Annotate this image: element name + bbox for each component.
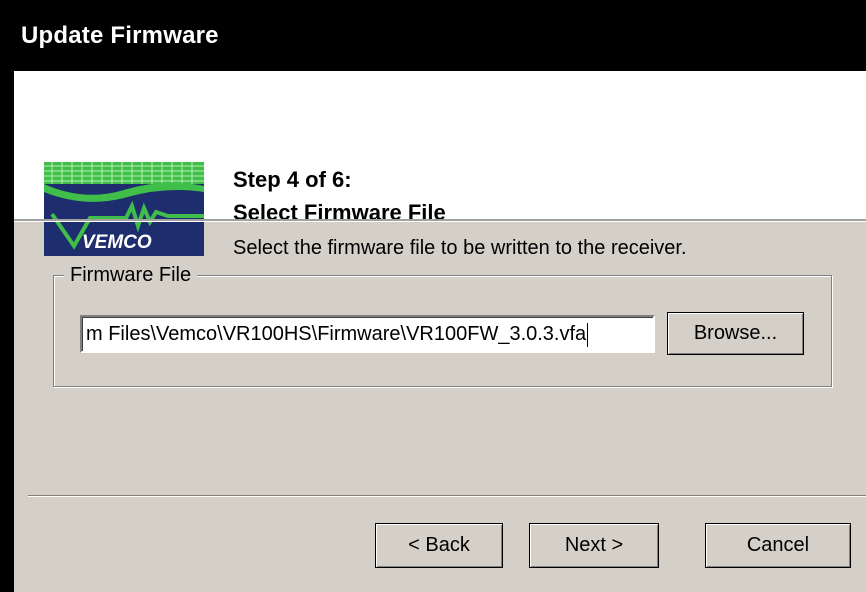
window-title: Update Firmware: [21, 22, 219, 49]
wizard-header: VEMCO Step 4 of 6: Select Firmware File …: [0, 71, 866, 259]
cancel-button[interactable]: Cancel: [705, 523, 851, 568]
firmware-file-group-label: Firmware File: [64, 264, 198, 287]
firmware-path-input[interactable]: m Files\Vemco\VR100HS\Firmware\VR100FW_3…: [80, 315, 655, 353]
title-bar[interactable]: Update Firmware: [0, 0, 866, 71]
step-description: Select the firmware file to be written t…: [233, 237, 687, 259]
update-firmware-dialog: Update Firmware VEMCO Step 4 of 6: Selec…: [0, 0, 866, 592]
svg-text:VEMCO: VEMCO: [82, 232, 152, 253]
text-caret: [587, 322, 589, 347]
step-counter: Step 4 of 6:: [233, 167, 352, 192]
header-separator: [0, 219, 866, 222]
footer-divider: [28, 495, 866, 497]
vemco-logo-icon: VEMCO: [44, 162, 204, 256]
back-button[interactable]: < Back: [375, 523, 503, 568]
firmware-path-value: m Files\Vemco\VR100HS\Firmware\VR100FW_3…: [86, 323, 587, 345]
window-left-border: [0, 71, 14, 592]
browse-button[interactable]: Browse...: [667, 312, 804, 355]
next-button[interactable]: Next >: [529, 523, 659, 568]
step-title: Select Firmware File: [233, 200, 446, 225]
